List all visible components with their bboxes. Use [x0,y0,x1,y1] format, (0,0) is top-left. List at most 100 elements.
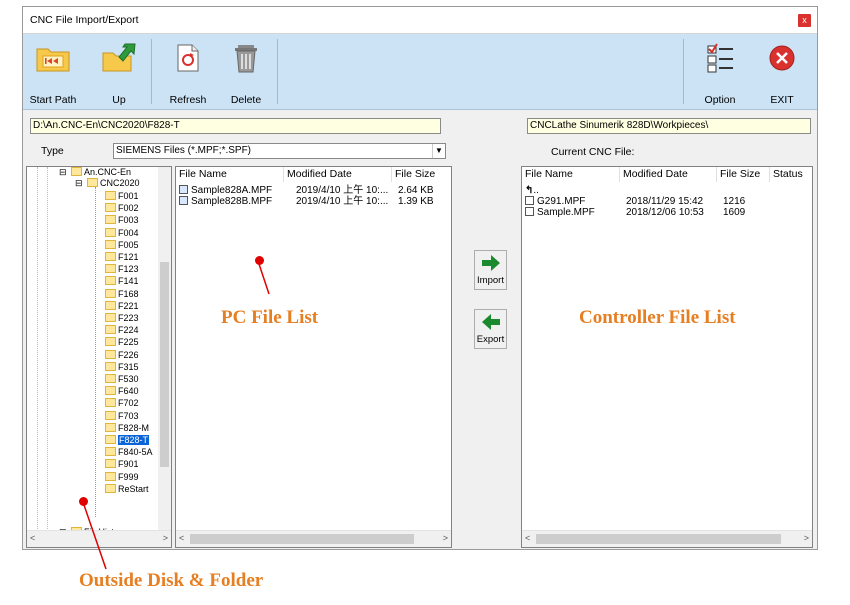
tree-item-folder[interactable]: F840-5A [105,447,153,458]
trash-icon [235,45,257,73]
tree-item-folder[interactable]: F223 [105,313,139,324]
tree-item-label: F004 [118,227,139,238]
pc-list-horizontal-scrollbar[interactable]: < > [176,530,451,547]
pc-file-row[interactable]: Sample828A.MPF 2019/4/10 上午 10:... 2.64 KB [179,185,451,196]
ctrl-list-horizontal-scrollbar[interactable]: < > [522,530,812,547]
import-button[interactable]: Import [474,250,507,290]
tree-item-folder[interactable]: F224 [105,325,139,336]
tree-item-label: F315 [118,361,139,372]
close-window-button[interactable]: x [798,14,811,27]
tree-item-folder[interactable]: F901 [105,459,139,470]
tree-item-folder[interactable]: F121 [105,252,139,263]
tree-item-folder[interactable]: F005 [105,239,139,251]
folder-tree-panel[interactable]: ⊟ An.CNC-En ⊟ CNC2020 F001 F002 F003 F004 F005 F1… [26,166,172,548]
tree-item-folder[interactable]: F703 [105,410,139,422]
tree-item-folder[interactable]: F999 [105,471,139,483]
folder-icon [105,374,116,383]
scroll-left-icon[interactable]: < [525,533,530,543]
pc-file-list[interactable]: File Name Modified Date File Size Sample… [175,166,452,548]
tree-item-label: F223 [118,313,139,323]
folder-icon [105,288,116,298]
ctrl-column-file-size[interactable]: File Size [717,167,770,182]
ctrl-column-modified-date[interactable]: Modified Date [620,167,717,182]
ctrl-column-status[interactable]: Status [770,167,812,182]
option-button[interactable]: Option [693,34,747,109]
pc-column-modified-date[interactable]: Modified Date [284,167,392,182]
tree-item-folder[interactable]: F640 [105,386,139,397]
tree-item-folder[interactable]: F004 [105,227,139,239]
refresh-button[interactable]: Refresh [161,34,215,109]
up-button[interactable]: Up [91,34,147,109]
controller-path-field[interactable]: CNCLathe Sinumerik 828D\Workpieces\ [527,118,811,134]
tree-item-root[interactable]: An.CNC-En [71,167,131,178]
tree-item-folder[interactable]: F002 [105,203,139,214]
parent-directory-row[interactable]: ↰.. [525,185,539,196]
folder-start-icon [36,48,70,72]
nc-file-icon [525,196,534,205]
pc-path-field[interactable]: D:\An.CNC-En\CNC2020\F828-T [30,118,441,134]
refresh-label: Refresh [169,94,207,106]
tree-item-folder[interactable]: F530 [105,374,139,385]
collapse-toggle-icon[interactable]: ⊟ [59,167,67,178]
file-type-select[interactable]: SIEMENS Files (*.MPF;*.SPF) ▼ [113,143,446,159]
delete-label: Delete [230,94,262,106]
scroll-left-icon[interactable]: < [179,533,184,543]
tree-vertical-scrollbar[interactable] [158,167,171,531]
folder-icon [105,349,116,359]
tree-item-folder[interactable]: ReStart [105,483,149,495]
file-name: Sample828A.MPF [191,185,273,196]
controller-file-row[interactable]: G291.MPF 2018/11/29 15:42 1216 [525,196,810,207]
controller-file-list[interactable]: File Name Modified Date File Size Status… [521,166,813,548]
tree-item-folder[interactable]: F003 [105,215,139,226]
tree-item-label: F999 [118,471,139,482]
folder-icon [87,178,98,187]
tree-item-label: CNC2020 [100,178,140,188]
tree-item-folder[interactable]: F702 [105,398,139,409]
ctrl-column-file-name[interactable]: File Name [522,167,620,182]
tree-item-folder[interactable]: F315 [105,361,139,373]
annotation-pointer [258,263,270,295]
tree-item-folder[interactable]: F001 [105,191,139,202]
arrow-right-icon [481,255,500,271]
start-path-button[interactable]: Start Path [27,34,79,109]
tree-item-label: F224 [118,325,139,336]
scrollbar-thumb[interactable] [160,262,169,467]
folder-icon [105,252,116,261]
delete-button[interactable]: Delete [219,34,273,109]
tree-item-folder[interactable]: F123 [105,264,139,275]
exit-button[interactable]: EXIT [755,34,809,109]
folder-icon [105,459,116,469]
scrollbar-thumb[interactable] [536,534,781,544]
controller-file-list-annotation: Controller File List [579,307,736,328]
tree-item-folder[interactable]: F828-T [105,435,150,446]
tree-item-label: F840-5A [118,447,153,458]
scroll-right-icon[interactable]: > [804,533,809,543]
tree-item-folder[interactable]: F221 [105,300,139,312]
tree-item-folder[interactable]: F168 [105,288,139,300]
pc-column-file-name[interactable]: File Name [176,167,284,182]
chevron-down-icon[interactable]: ▼ [432,144,445,158]
folder-icon [105,203,116,213]
scroll-right-icon[interactable]: > [443,533,448,543]
title-bar: CNC File Import/Export x [23,7,817,34]
export-button[interactable]: Export [474,309,507,349]
controller-file-row[interactable]: Sample.MPF 2018/12/06 10:53 1609 [525,207,810,218]
scroll-left-icon[interactable]: < [30,533,35,543]
folder-icon [105,422,116,432]
tree-item-folder[interactable]: F828-M [105,422,149,434]
mpf-file-icon [179,196,188,205]
pc-column-file-size[interactable]: File Size [392,167,451,182]
scrollbar-thumb[interactable] [190,534,414,544]
file-size: 1216 [723,196,746,207]
tree-item-folder[interactable]: F226 [105,349,139,361]
tree-item-label: F141 [118,276,139,287]
tree-item-folder[interactable]: F225 [105,337,139,348]
file-date: 2018/12/06 10:53 [626,207,704,218]
collapse-toggle-icon[interactable]: ⊟ [75,178,83,189]
tree-item-folder[interactable]: F141 [105,276,139,287]
file-size: 1609 [723,207,746,218]
scroll-right-icon[interactable]: > [163,533,168,543]
import-label: Import [477,275,504,286]
up-label: Up [112,94,126,106]
pc-file-row[interactable]: Sample828B.MPF 2019/4/10 上午 10:... 1.39 KB [179,196,451,207]
